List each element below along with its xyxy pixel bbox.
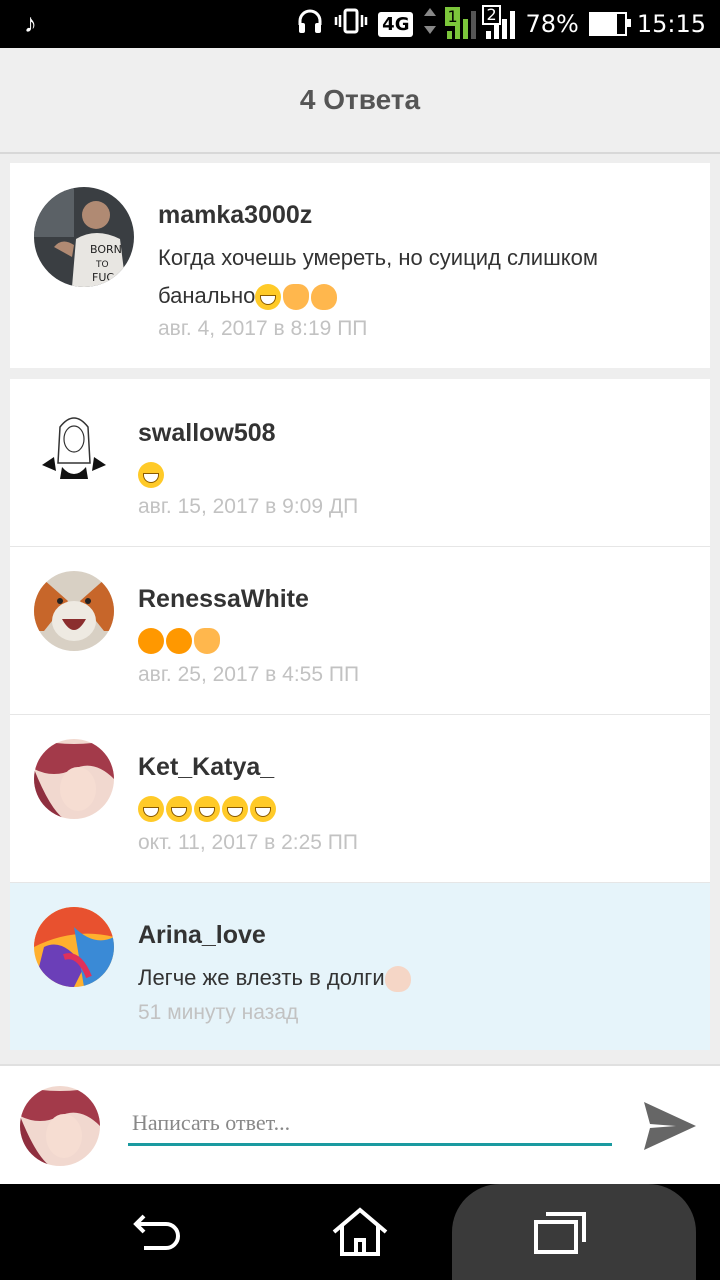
list-item[interactable]: Arina_love Легче же влезть в долги 51 ми… xyxy=(10,883,710,1050)
reply-text xyxy=(138,455,166,493)
home-button[interactable] xyxy=(330,1206,390,1258)
vibrate-icon xyxy=(334,7,368,41)
avatar xyxy=(20,1086,100,1166)
reply-username[interactable]: Arina_love xyxy=(138,921,266,950)
reply-timestamp: 51 минуту назад xyxy=(138,1001,299,1024)
reply-input[interactable] xyxy=(128,1102,612,1146)
battery-percent: 78% xyxy=(525,10,579,38)
reply-timestamp: окт. 11, 2017 в 2:25 ПП xyxy=(138,831,358,854)
laughing-emoji-icon xyxy=(166,796,192,823)
replies-header: 4 Ответа xyxy=(0,48,720,154)
replies-list: swallow508 авг. 15, 2017 в 9:09 ДП Renes… xyxy=(10,379,710,1050)
recent-apps-icon xyxy=(534,1212,586,1254)
navigation-bar xyxy=(0,1184,720,1280)
svg-text:BORN: BORN xyxy=(90,243,122,256)
reply-composer xyxy=(0,1064,720,1186)
clock: 15:15 xyxy=(636,10,706,38)
post-text-content: Когда хочешь умереть, но суицид слишком … xyxy=(158,245,598,308)
battery-icon xyxy=(588,12,631,36)
laughing-emoji-icon xyxy=(222,796,248,823)
network-type: 4G xyxy=(378,11,414,37)
clapping-emoji-icon xyxy=(194,628,220,655)
laughing-emoji-icon xyxy=(255,284,282,311)
home-icon xyxy=(332,1207,388,1256)
post-timestamp: авг. 4, 2017 в 8:19 ПП xyxy=(158,317,368,340)
list-item[interactable]: RenessaWhite авг. 25, 2017 в 4:55 ПП xyxy=(10,547,710,715)
avatar[interactable] xyxy=(34,907,114,987)
avatar[interactable] xyxy=(34,571,114,651)
headphones-icon xyxy=(296,7,324,41)
svg-text:TO: TO xyxy=(95,260,109,270)
reply-text-content: Легче же влезть в долги xyxy=(138,965,385,990)
music-note-icon: ♪ xyxy=(24,8,37,38)
reply-timestamp: авг. 15, 2017 в 9:09 ДП xyxy=(138,495,359,518)
laughing-emoji-icon xyxy=(138,796,164,823)
svg-text:FUC: FUC xyxy=(92,271,114,284)
signal-sim1: 1 xyxy=(445,7,477,39)
sim1-label: 1 xyxy=(445,7,460,26)
reply-username[interactable]: RenessaWhite xyxy=(138,585,309,614)
ok-hand-emoji-icon xyxy=(311,284,338,311)
post-text: Когда хочешь умереть, но суицид слишком … xyxy=(158,239,678,315)
recent-apps-button[interactable] xyxy=(530,1206,590,1258)
avatar[interactable] xyxy=(34,407,114,487)
reply-timestamp: авг. 25, 2017 в 4:55 ПП xyxy=(138,663,360,686)
status-bar: ♪ 4G 1 2 78% 15:15 xyxy=(0,0,720,48)
avatar[interactable]: BORN TO FUC xyxy=(34,187,134,287)
wink-emoji-icon xyxy=(166,628,192,655)
send-icon xyxy=(644,1102,696,1150)
sim2-label: 2 xyxy=(482,5,501,25)
post-username[interactable]: mamka3000z xyxy=(158,201,312,230)
page-title: 4 Ответа xyxy=(299,84,421,115)
data-arrows-icon xyxy=(423,6,437,42)
back-icon xyxy=(133,1214,180,1250)
reply-username[interactable]: Ket_Katya_ xyxy=(138,753,274,782)
list-item[interactable]: Ket_Katya_ окт. 11, 2017 в 2:25 ПП xyxy=(10,715,710,883)
laughing-emoji-icon xyxy=(194,796,220,823)
reply-text xyxy=(138,621,222,659)
wink-emoji-icon xyxy=(138,628,164,655)
reply-text: Легче же влезть в долги xyxy=(138,959,413,997)
laughing-emoji-icon xyxy=(138,462,164,489)
original-post: BORN TO FUC mamka3000z Когда хочешь умер… xyxy=(10,163,710,368)
avatar[interactable] xyxy=(34,739,114,819)
reply-text xyxy=(138,789,278,827)
laughing-emoji-icon xyxy=(250,796,276,823)
reply-username[interactable]: swallow508 xyxy=(138,419,276,448)
signal-sim2: 2 xyxy=(482,5,516,39)
back-button[interactable] xyxy=(130,1206,190,1258)
ok-hand-emoji-icon xyxy=(384,966,411,993)
send-button[interactable] xyxy=(640,1098,700,1154)
clapping-emoji-icon xyxy=(283,284,310,311)
list-item[interactable]: swallow508 авг. 15, 2017 в 9:09 ДП xyxy=(10,379,710,547)
